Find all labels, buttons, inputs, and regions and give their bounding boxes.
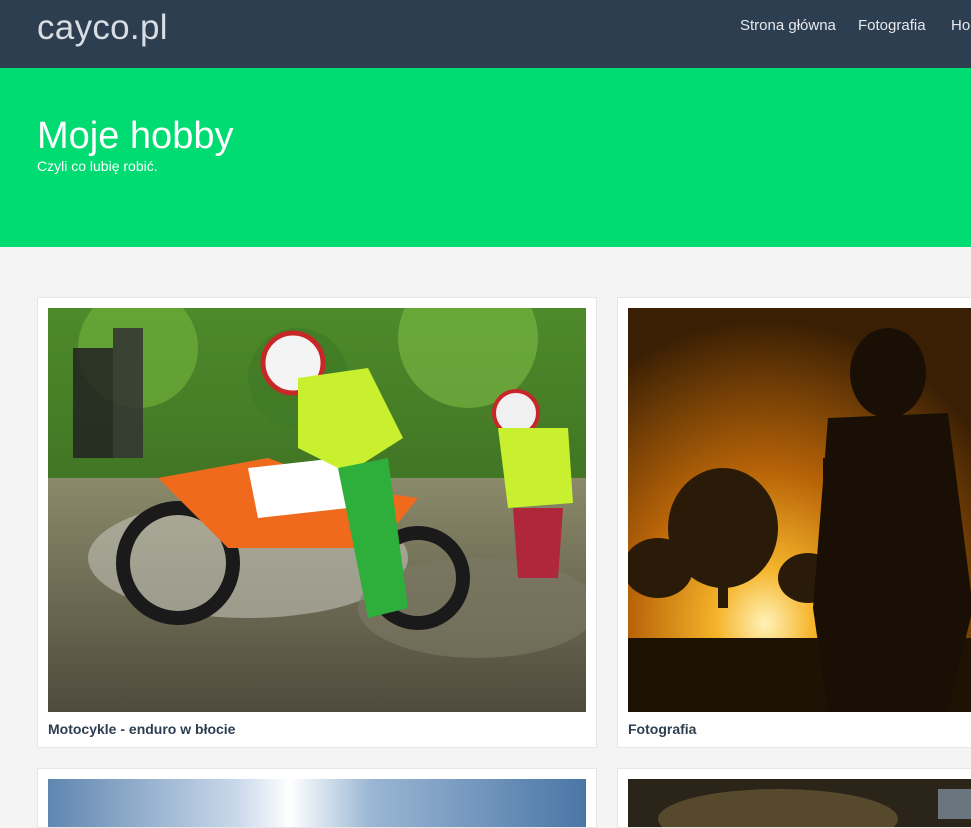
hobby-card-3[interactable] xyxy=(37,768,597,828)
nav-link-hobby[interactable]: Ho xyxy=(951,17,970,34)
enduro-motorcycle-mud-photo[interactable] xyxy=(48,308,586,712)
card-caption-photography[interactable]: Fotografia xyxy=(628,721,696,737)
hobby-card-photography[interactable]: Fotografia xyxy=(617,297,971,748)
page-title: Moje hobby xyxy=(37,115,234,157)
site-logo-link[interactable]: cayco.pl xyxy=(37,8,168,48)
hobby-card-4[interactable] xyxy=(617,768,971,828)
page-subtitle: Czyli co lubię robić. xyxy=(37,158,158,174)
top-navbar: cayco.pl Strona główna Fotografia Ho xyxy=(0,0,971,68)
card-caption-enduro[interactable]: Motocykle - enduro w błocie xyxy=(48,721,235,737)
photographer-silhouette-sunset-photo[interactable] xyxy=(628,308,971,712)
nav-link-photography[interactable]: Fotografia xyxy=(858,17,926,34)
nav-link-home[interactable]: Strona główna xyxy=(740,17,836,34)
hobby-card-enduro[interactable]: Motocykle - enduro w błocie xyxy=(37,297,597,748)
hero-banner: Moje hobby Czyli co lubię robić. xyxy=(0,68,971,247)
